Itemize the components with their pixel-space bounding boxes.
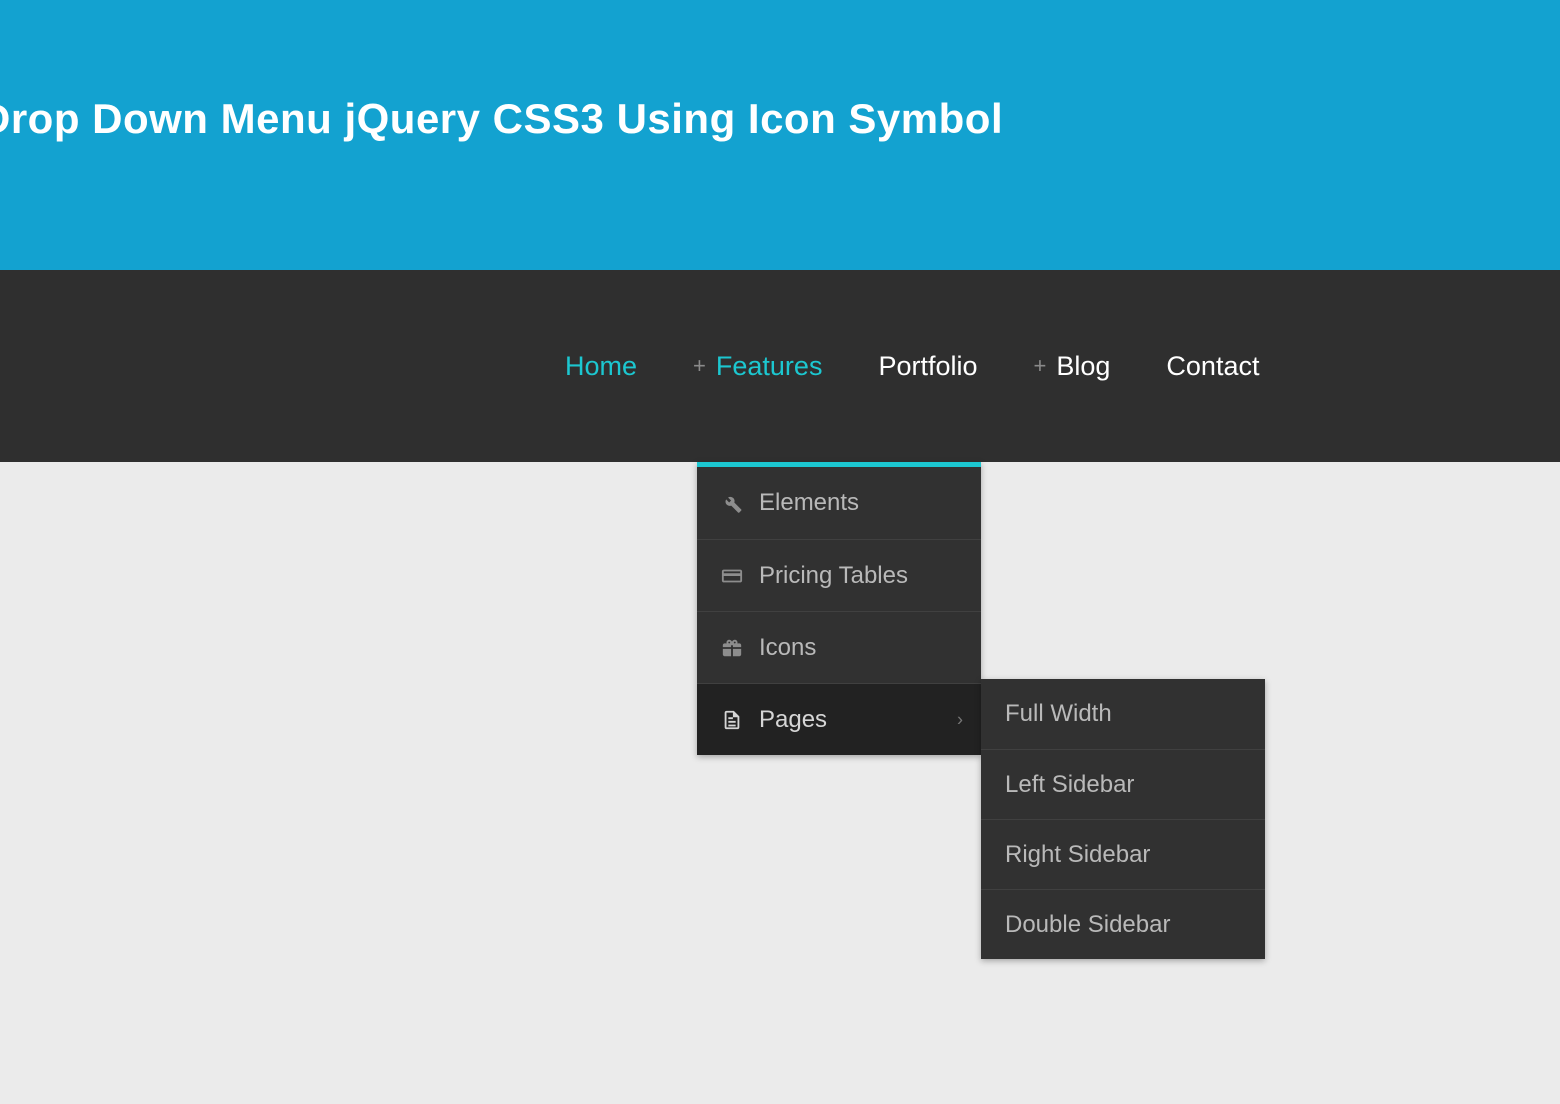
dropdown-item-pages[interactable]: Pages › <box>697 683 981 755</box>
submenu-label: Left Sidebar <box>1005 771 1134 799</box>
document-icon <box>719 707 745 733</box>
hero-banner: Drop Down Menu jQuery CSS3 Using Icon Sy… <box>0 0 1560 270</box>
gift-icon <box>719 635 745 661</box>
submenu-item-full-width[interactable]: Full Width <box>981 679 1265 749</box>
nav-item-features[interactable]: + Features <box>693 351 822 382</box>
navbar: Home + Features Portfolio + Blog Contact <box>0 270 1560 462</box>
dropdown-item-icons[interactable]: Icons <box>697 611 981 683</box>
submenu-label: Right Sidebar <box>1005 841 1150 869</box>
submenu-pages: Full Width Left Sidebar Right Sidebar Do… <box>981 679 1265 959</box>
nav-label: Blog <box>1056 351 1110 382</box>
nav-label: Portfolio <box>878 351 977 382</box>
submenu-item-left-sidebar[interactable]: Left Sidebar <box>981 749 1265 819</box>
nav-label: Contact <box>1166 351 1259 382</box>
submenu-item-double-sidebar[interactable]: Double Sidebar <box>981 889 1265 959</box>
dropdown-label: Pages <box>759 706 827 734</box>
nav-label: Features <box>716 351 823 382</box>
wrench-icon <box>719 490 745 516</box>
nav-list: Home + Features Portfolio + Blog Contact <box>0 270 1560 462</box>
dropdown-label: Elements <box>759 489 859 517</box>
page-title: Drop Down Menu jQuery CSS3 Using Icon Sy… <box>0 95 1003 143</box>
plus-icon: + <box>693 353 706 379</box>
plus-icon: + <box>1034 353 1047 379</box>
nav-item-contact[interactable]: Contact <box>1166 351 1259 382</box>
submenu-label: Double Sidebar <box>1005 911 1170 939</box>
chevron-right-icon: › <box>957 709 963 730</box>
nav-item-portfolio[interactable]: Portfolio <box>878 351 977 382</box>
dropdown-item-pricing-tables[interactable]: Pricing Tables <box>697 539 981 611</box>
submenu-label: Full Width <box>1005 700 1112 728</box>
nav-label: Home <box>565 351 637 382</box>
submenu-item-right-sidebar[interactable]: Right Sidebar <box>981 819 1265 889</box>
dropdown-features: Elements Pricing Tables Icons Pages › <box>697 462 981 755</box>
nav-item-home[interactable]: Home <box>565 351 637 382</box>
nav-item-blog[interactable]: + Blog <box>1034 351 1111 382</box>
dropdown-label: Icons <box>759 634 816 662</box>
dropdown-label: Pricing Tables <box>759 562 908 590</box>
card-icon <box>719 563 745 589</box>
dropdown-item-elements[interactable]: Elements <box>697 467 981 539</box>
